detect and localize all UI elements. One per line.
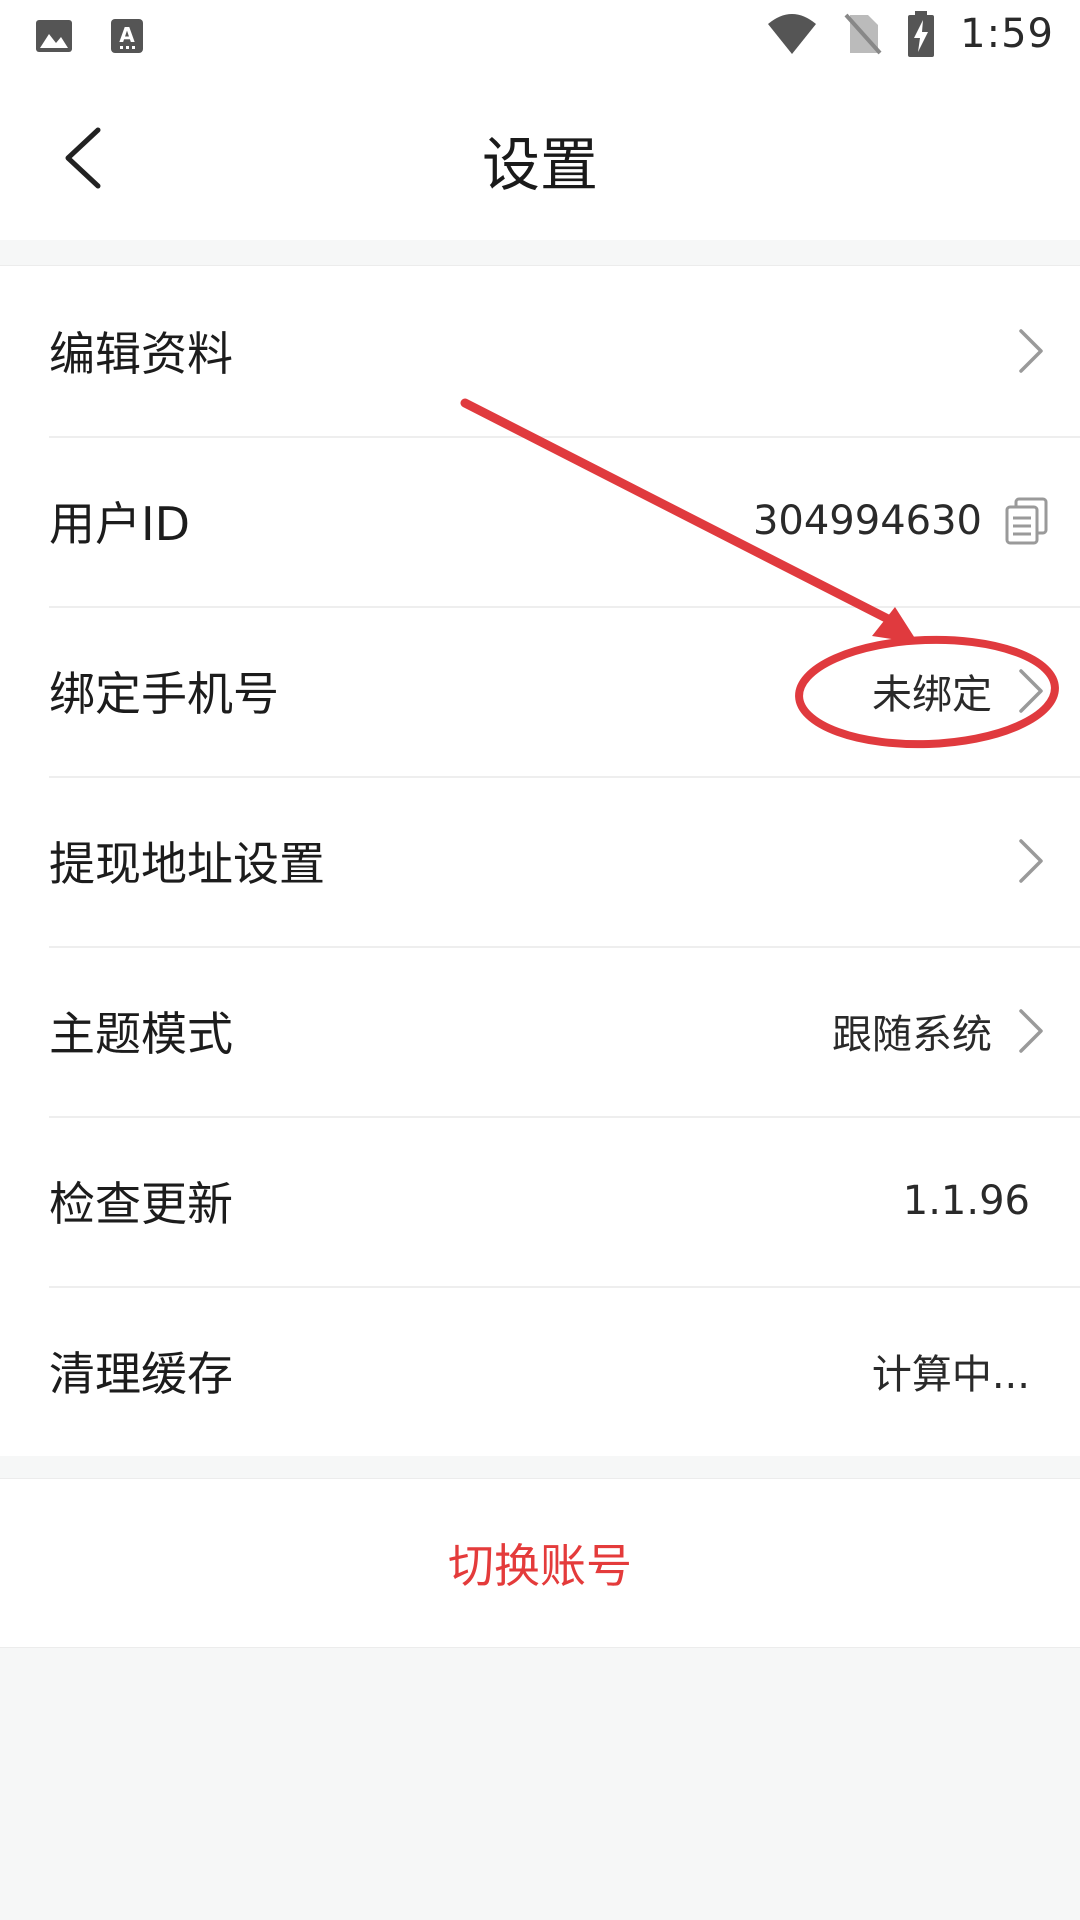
settings-item-label: 清理缓存 bbox=[49, 1347, 233, 1401]
settings-item-label: 绑定手机号 bbox=[49, 667, 279, 721]
page-title: 设置 bbox=[481, 131, 598, 199]
settings-screen: A 1:59 设置 编辑资料 用户ID 304994630 绑定手机号 未绑定 … bbox=[0, 0, 1080, 1920]
user-id-value: 304994630 bbox=[752, 498, 982, 544]
settings-item-label: 提现地址设置 bbox=[49, 837, 325, 891]
settings-item-theme-mode[interactable]: 主题模式 跟随系统 bbox=[0, 946, 1080, 1116]
switch-account-button[interactable]: 切换账号 bbox=[0, 1478, 1080, 1648]
settings-item-label: 主题模式 bbox=[49, 1007, 233, 1061]
settings-item-withdraw-address[interactable]: 提现地址设置 bbox=[0, 776, 1080, 946]
chevron-right-icon bbox=[1014, 327, 1048, 375]
svg-text:A: A bbox=[119, 23, 135, 47]
settings-item-label: 检查更新 bbox=[49, 1177, 233, 1231]
image-icon bbox=[36, 20, 72, 52]
app-header: 设置 bbox=[0, 76, 1080, 240]
settings-item-check-update[interactable]: 检查更新 1.1.96 bbox=[0, 1116, 1080, 1286]
text-a-icon: A bbox=[111, 19, 143, 53]
chevron-right-icon bbox=[1014, 1007, 1048, 1055]
status-left-icons: A bbox=[34, 16, 144, 56]
app-version-value: 1.1.96 bbox=[902, 1178, 1030, 1224]
status-bar: A 1:59 bbox=[0, 0, 1080, 76]
switch-account-label: 切换账号 bbox=[448, 1539, 632, 1593]
settings-item-bind-phone[interactable]: 绑定手机号 未绑定 bbox=[0, 606, 1080, 776]
copy-icon[interactable] bbox=[1004, 497, 1048, 545]
settings-item-edit-profile[interactable]: 编辑资料 bbox=[0, 266, 1080, 436]
wifi-icon bbox=[768, 14, 817, 54]
chevron-right-icon bbox=[1014, 837, 1048, 885]
settings-item-clear-cache[interactable]: 清理缓存 计算中... bbox=[0, 1286, 1080, 1456]
battery-charging-icon bbox=[908, 11, 935, 57]
settings-list: 编辑资料 用户ID 304994630 绑定手机号 未绑定 提现地址设置 主题模… bbox=[0, 265, 1080, 1456]
status-time: 1:59 bbox=[960, 11, 1054, 57]
settings-item-label: 用户ID bbox=[49, 497, 190, 551]
cache-size-value: 计算中... bbox=[871, 1352, 1030, 1398]
status-right-icons: 1:59 bbox=[766, 10, 1054, 58]
no-sim-icon bbox=[844, 13, 882, 55]
settings-item-user-id: 用户ID 304994630 bbox=[0, 436, 1080, 606]
chevron-right-icon bbox=[1014, 667, 1048, 715]
bind-phone-status: 未绑定 bbox=[872, 672, 992, 718]
theme-mode-value: 跟随系统 bbox=[832, 1012, 992, 1058]
settings-item-label: 编辑资料 bbox=[49, 327, 233, 381]
